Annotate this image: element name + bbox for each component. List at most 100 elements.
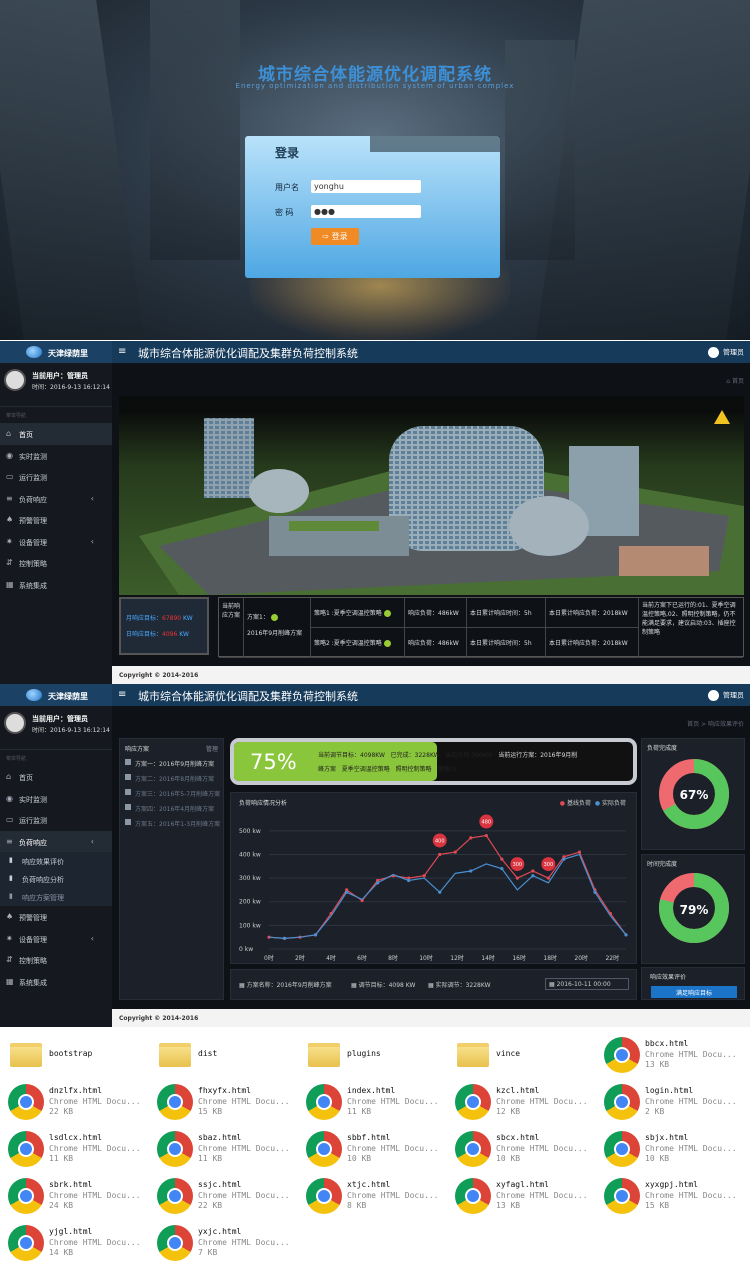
strategy-cell: 策略2 :夏季空调温控策略	[311, 628, 405, 658]
file-size: 10 KB	[645, 1154, 670, 1163]
sidebar-item[interactable]: ⌂ 首页	[0, 423, 112, 445]
file-item[interactable]: xyxgpj.html Chrome HTML Docu... 15 KB	[604, 1178, 749, 1222]
file-item[interactable]: sbrk.html Chrome HTML Docu... 24 KB	[8, 1178, 153, 1222]
list-icon	[125, 789, 131, 795]
data-point	[407, 878, 411, 883]
sidebar-item-label: 控制策略	[19, 560, 47, 568]
admin-menu[interactable]: 管理员	[708, 347, 744, 358]
username-input[interactable]	[311, 180, 421, 193]
password-input[interactable]	[311, 205, 421, 218]
eval-button[interactable]: 满足响应目标	[651, 986, 737, 998]
sidebar-item[interactable]: ◉ 实时监测	[0, 445, 112, 467]
sidebar-item-label: 运行监测	[19, 474, 47, 482]
sidebar-item[interactable]: ⇵ 控制策略	[0, 949, 112, 971]
file-item[interactable]: lsdlcx.html Chrome HTML Docu... 11 KB	[8, 1131, 153, 1175]
brand-logo-icon	[26, 346, 42, 358]
file-item[interactable]: ssjc.html Chrome HTML Docu... 22 KB	[157, 1178, 302, 1222]
sidebar-item[interactable]: ✷ 设备管理 ‹	[0, 928, 112, 950]
chrome-center	[18, 1141, 34, 1157]
folder-item[interactable]: vince	[455, 1037, 600, 1081]
file-name: kzcl.html	[496, 1086, 540, 1095]
plan-item-label: 方案五：2016年1-3月削峰方案	[135, 821, 221, 828]
plan-item[interactable]: 方案二：2016年8月削峰方案	[125, 774, 221, 783]
file-item[interactable]: xyfagl.html Chrome HTML Docu... 13 KB	[455, 1178, 600, 1222]
x-tick-label: 20时	[574, 954, 588, 962]
file-item[interactable]: index.html Chrome HTML Docu... 11 KB	[306, 1084, 451, 1128]
sidebar-item[interactable]: ≡ 负荷响应 ‹	[0, 488, 112, 510]
sidebar-item-label: 系统集成	[19, 581, 47, 590]
file-item[interactable]: sbjx.html Chrome HTML Docu... 10 KB	[604, 1131, 749, 1175]
admin-menu[interactable]: 管理员	[708, 690, 744, 701]
date-picker[interactable]: ▦ 2016-10-11 00:00	[545, 978, 629, 990]
chevron-icon: ‹	[90, 493, 94, 503]
plan-item-label: 方案二：2016年8月削峰方案	[135, 776, 215, 783]
file-size: 7 KB	[198, 1248, 218, 1257]
file-item[interactable]: bbcx.html Chrome HTML Docu... 13 KB	[604, 1037, 749, 1081]
dashboard-home: 天津绿荫里 ≡ 城市综合体能源优化调配及集群负荷控制系统 管理员 当前用户：管理…	[0, 341, 750, 684]
login-button[interactable]: ⇨ 登录	[311, 228, 359, 245]
sidebar-subitem[interactable]: ▮ 响应方案管理	[0, 888, 112, 906]
sidebar-item[interactable]: ▦ 系统集成	[0, 971, 112, 993]
sidebar-subitem[interactable]: ▮ 负荷响应分析	[0, 870, 112, 888]
menu-icon[interactable]: ≡	[118, 346, 126, 357]
sidebar-item[interactable]: ⌂ 首页	[0, 766, 112, 788]
file-item[interactable]: yxjc.html Chrome HTML Docu... 7 KB	[157, 1225, 302, 1269]
sidebar-item[interactable]: ≡ 负荷响应 ‹	[0, 830, 112, 852]
chrome-icon	[8, 1178, 44, 1214]
file-item[interactable]: sbcx.html Chrome HTML Docu... 10 KB	[455, 1131, 600, 1175]
plan-item-label: 方案四：2016年4月削峰方案	[135, 806, 215, 813]
plan-panel-title: 响应方案	[125, 746, 150, 753]
annotation-label: 300	[544, 862, 554, 868]
chrome-icon	[455, 1084, 491, 1120]
copyright: Copyright © 2014-2016	[112, 1009, 750, 1027]
sidebar-item[interactable]: ▭ 运行监测	[0, 809, 112, 831]
sidebar-item[interactable]: ▭ 运行监测	[0, 466, 112, 488]
file-item[interactable]: fhxyfx.html Chrome HTML Docu... 15 KB	[157, 1084, 302, 1128]
plan-item[interactable]: 方案五：2016年1-3月削峰方案	[125, 819, 221, 828]
top-bar: 天津绿荫里 ≡ 城市综合体能源优化调配及集群负荷控制系统 管理员	[0, 684, 750, 706]
sidebar-item[interactable]: ♠ 预警管理	[0, 509, 112, 531]
data-point	[500, 867, 504, 871]
brand[interactable]: 天津绿荫里	[0, 684, 112, 706]
login-arrow-icon: ⇨	[322, 232, 330, 241]
sidebar-item[interactable]: ◉ 实时监测	[0, 788, 112, 810]
sidebar-subitem[interactable]: ▮ 响应效果评价	[0, 852, 112, 870]
plan-item[interactable]: 方案一：2016年9月削峰方案	[125, 759, 221, 768]
plan-manage-link[interactable]: 管理	[206, 744, 218, 753]
data-point	[577, 850, 582, 854]
menu-icon[interactable]: ≡	[118, 689, 126, 700]
folder-item[interactable]: plugins	[306, 1037, 451, 1081]
file-item[interactable]: sbbf.html Chrome HTML Docu... 10 KB	[306, 1131, 451, 1175]
file-name: sbaz.html	[198, 1133, 242, 1142]
sidebar-item[interactable]: ⇵ 控制策略	[0, 552, 112, 574]
y-tick-label: 200 kw	[239, 899, 261, 906]
file-item[interactable]: sbaz.html Chrome HTML Docu... 11 KB	[157, 1131, 302, 1175]
time-cell: 本日累计响应时间：5h	[467, 598, 546, 628]
bookmark-icon: ▮	[9, 874, 13, 882]
file-item[interactable]: kzcl.html Chrome HTML Docu... 12 KB	[455, 1084, 600, 1128]
sidebar-item-label: 设备管理	[19, 538, 47, 547]
file-type: Chrome HTML Docu...	[645, 1144, 737, 1153]
gear-icon: ✷	[6, 933, 13, 943]
file-item[interactable]: login.html Chrome HTML Docu... 2 KB	[604, 1084, 749, 1128]
plan-summary-bar: ▦ 方案名称：2016年9月削峰方案 ▦ 调节目标：4098 KW ▦ 实际调节…	[230, 969, 637, 1000]
chrome-center	[465, 1094, 481, 1110]
plan-item[interactable]: 方案三：2016年5-7月削峰方案	[125, 789, 221, 798]
folder-item[interactable]: dist	[157, 1037, 302, 1081]
sidebar-item[interactable]: ▦ 系统集成	[0, 574, 112, 596]
file-item[interactable]: yjgl.html Chrome HTML Docu... 14 KB	[8, 1225, 153, 1269]
folder-icon	[457, 1043, 489, 1067]
list-icon	[125, 819, 131, 825]
warning-icon[interactable]	[714, 410, 730, 424]
plan-item[interactable]: 方案四：2016年4月削峰方案	[125, 804, 221, 813]
sidebar-item-label: 系统集成	[19, 978, 47, 987]
file-item[interactable]: xtjc.html Chrome HTML Docu... 8 KB	[306, 1178, 451, 1222]
login-panel-title: 登录	[275, 146, 300, 160]
file-item[interactable]: dnzlfx.html Chrome HTML Docu... 22 KB	[8, 1084, 153, 1128]
brand[interactable]: 天津绿荫里	[0, 341, 112, 363]
folder-item[interactable]: bootstrap	[8, 1037, 153, 1081]
file-size: 15 KB	[198, 1107, 223, 1116]
sidebar-item[interactable]: ✷ 设备管理 ‹	[0, 531, 112, 553]
file-size: 13 KB	[496, 1201, 521, 1210]
sidebar-item[interactable]: ♠ 预警管理	[0, 906, 112, 928]
